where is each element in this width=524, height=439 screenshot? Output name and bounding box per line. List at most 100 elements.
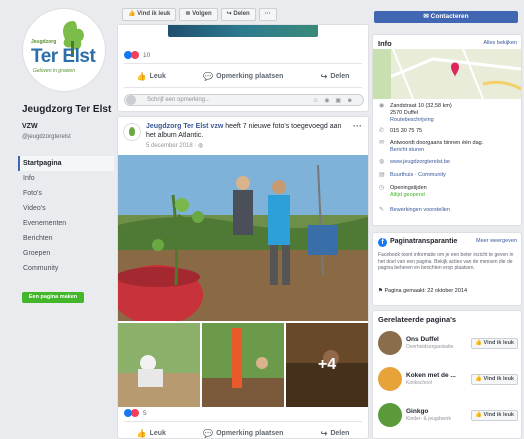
- nav-item-videos[interactable]: Video's: [18, 201, 114, 216]
- page-transparency-card: f Paginatransparantie Meer weergeven Fac…: [372, 232, 522, 306]
- follow-button[interactable]: ≋ Volgen: [179, 8, 218, 21]
- send-message-link[interactable]: Bericht sturen: [390, 147, 424, 153]
- share-page-button[interactable]: ↪ Delen: [220, 8, 256, 21]
- info-title: Info: [378, 39, 392, 48]
- related-page-category: Kookschool: [406, 380, 432, 386]
- route-link[interactable]: Routebeschrijving: [390, 117, 434, 123]
- share-post-button[interactable]: ↪ Delen: [321, 69, 350, 83]
- create-page-button[interactable]: Een pagina maken: [22, 292, 84, 303]
- related-like-button[interactable]: 👍 Vind ik leuk: [471, 374, 518, 385]
- nav-item-photos[interactable]: Foto's: [18, 186, 114, 201]
- album-thumbnails: +4: [118, 323, 368, 407]
- related-page-name[interactable]: Ons Duffel: [406, 336, 439, 343]
- like-page-button[interactable]: 👍 Vind ik leuk: [122, 8, 177, 21]
- page-created-text: Pagina gemaakt: 22 oktober 2014: [384, 288, 468, 294]
- messenger-icon: ✉: [379, 140, 385, 146]
- info-see-all-link[interactable]: Alles bekijken: [483, 40, 517, 46]
- more-options-button[interactable]: ···: [258, 8, 277, 21]
- emoji-camera-gif-icons[interactable]: ☺ ◉ ▣ ☻: [313, 96, 355, 106]
- map-graphic: [373, 49, 521, 99]
- transparency-more-link[interactable]: Meer weergeven: [476, 238, 517, 244]
- nav-item-groups[interactable]: Groepen: [18, 246, 114, 261]
- post-author[interactable]: Jeugdzorg Ter Elst vzw: [146, 123, 223, 130]
- like-label: Leuk: [149, 72, 166, 80]
- more-photos-overlay: +4: [286, 323, 368, 407]
- category-link[interactable]: Buurthuis · Community: [390, 172, 446, 179]
- contact-button[interactable]: ✉ Contacteren: [374, 11, 518, 23]
- related-page-item[interactable]: Ginkgo Kinder- & jeugdwerk 👍 Vind ik leu…: [378, 403, 518, 429]
- address-text: Zandstraat 10 (32,58 km): [390, 103, 452, 109]
- share-label: Delen: [330, 429, 350, 437]
- reaction-summary[interactable]: 10: [124, 51, 150, 59]
- comment-input[interactable]: Schrijf een opmerking... ☺ ◉ ▣ ☻: [124, 94, 364, 106]
- pencil-icon: ✎: [379, 207, 385, 213]
- comment-button[interactable]: 💬 Opmerking plaatsen: [203, 426, 283, 439]
- album-photo-thumb-more[interactable]: +4: [286, 323, 368, 407]
- related-page-avatar[interactable]: [378, 403, 402, 427]
- follow-label: Volgen: [192, 11, 212, 17]
- related-page-item[interactable]: Ons Duffel Overheidsorganisatie 👍 Vind i…: [378, 331, 518, 357]
- nav-item-community[interactable]: Community: [18, 261, 114, 276]
- album-photo-main[interactable]: [118, 155, 368, 321]
- reaction-summary[interactable]: 5: [124, 409, 147, 417]
- divider: [124, 421, 362, 422]
- nav-item-info[interactable]: Info: [18, 171, 114, 186]
- share-icon: ↪: [320, 428, 328, 438]
- left-column: Jeugdzorg Ter Elst Geloven in groeien Je…: [0, 0, 118, 439]
- page-created-date: ⚑ Pagina gemaakt: 22 oktober 2014: [378, 288, 467, 294]
- like-label: Leuk: [149, 429, 166, 437]
- album-photo-thumb[interactable]: [202, 323, 284, 407]
- post-timestamp[interactable]: 5 december 2018 · ◍: [146, 142, 203, 149]
- like-post-button[interactable]: 👍 Leuk: [137, 426, 166, 439]
- transparency-text: Facebook toont informatie om je een bete…: [378, 252, 514, 271]
- love-reaction-icon: [131, 409, 139, 417]
- album-photo-thumb[interactable]: [118, 323, 200, 407]
- divider: [124, 63, 362, 64]
- post-actions: 👍 Leuk 💬 Opmerking plaatsen ↪ Delen: [118, 69, 368, 83]
- response-row: ✉ Antwoordt doorgaans binnen één dag. Beri…: [379, 140, 519, 154]
- location-map[interactable]: [373, 49, 521, 99]
- comment-label: Opmerking plaatsen: [216, 429, 284, 437]
- flag-icon: ⚑: [378, 288, 383, 294]
- post-options-icon[interactable]: ···: [353, 121, 362, 131]
- suggest-edits-link[interactable]: Bewerkingen voorstellen: [390, 207, 450, 214]
- nav-item-startpagina[interactable]: Startpagina: [18, 156, 114, 171]
- category-row: ▤ Buurthuis · Community: [379, 172, 519, 179]
- page-action-bar: 👍 Vind ik leuk ≋ Volgen ↪ Delen ···: [122, 8, 368, 22]
- share-post-button[interactable]: ↪ Delen: [321, 426, 350, 439]
- thumbs-up-icon: 👍: [475, 340, 482, 346]
- post-card-previous: 10 👍 Leuk 💬 Opmerking plaatsen ↪ Delen Schr…: [117, 24, 369, 112]
- website-link[interactable]: www.jeugdzorgterelst.be: [390, 159, 450, 166]
- related-like-button[interactable]: 👍 Vind ik leuk: [471, 410, 518, 421]
- nav-item-events[interactable]: Evenementen: [18, 216, 114, 231]
- page-profile-picture[interactable]: Jeugdzorg Ter Elst Geloven in groeien: [22, 8, 106, 92]
- page-handle[interactable]: @jeugdzorgterelst: [22, 133, 112, 141]
- hours-row: ◷ Openingstijden Altijd geopend: [379, 185, 519, 199]
- user-avatar: [126, 95, 136, 105]
- related-page-item[interactable]: Koken met de ... Kookschool 👍 Vind ik le…: [378, 367, 518, 393]
- share-page-label: Delen: [233, 11, 250, 17]
- related-page-name[interactable]: Ginkgo: [406, 408, 428, 415]
- nav-item-posts[interactable]: Berichten: [18, 231, 114, 246]
- post-image-bottom[interactable]: [118, 25, 368, 37]
- related-page-category: Kinder- & jeugdwerk: [406, 416, 452, 422]
- phone-text[interactable]: 015 30 75 75: [390, 128, 422, 135]
- related-page-name[interactable]: Koken met de ...: [406, 372, 456, 379]
- page-title[interactable]: Jeugdzorg Ter Elst: [22, 104, 111, 115]
- contact-label: Contacteren: [430, 13, 469, 20]
- tag-icon: ▤: [379, 172, 385, 178]
- hours-status[interactable]: Altijd geopend: [390, 192, 425, 198]
- author-avatar[interactable]: [123, 123, 141, 141]
- comment-button[interactable]: 💬 Opmerking plaatsen: [203, 69, 283, 83]
- related-page-avatar[interactable]: [378, 331, 402, 355]
- hours-label: Openingstijden: [390, 185, 427, 191]
- suggest-row: ✎ Bewerkingen voorstellen: [379, 207, 519, 214]
- love-reaction-icon: [131, 51, 139, 59]
- related-like-button[interactable]: 👍 Vind ik leuk: [471, 338, 518, 349]
- photo-thumb-2: [202, 323, 284, 407]
- messenger-icon: ✉: [423, 13, 429, 20]
- like-post-button[interactable]: 👍 Leuk: [137, 69, 166, 83]
- logo-subtitle: Jeugdzorg: [31, 39, 57, 45]
- related-page-avatar[interactable]: [378, 367, 402, 391]
- website-row: ◍ www.jeugdzorgterelst.be: [379, 159, 519, 166]
